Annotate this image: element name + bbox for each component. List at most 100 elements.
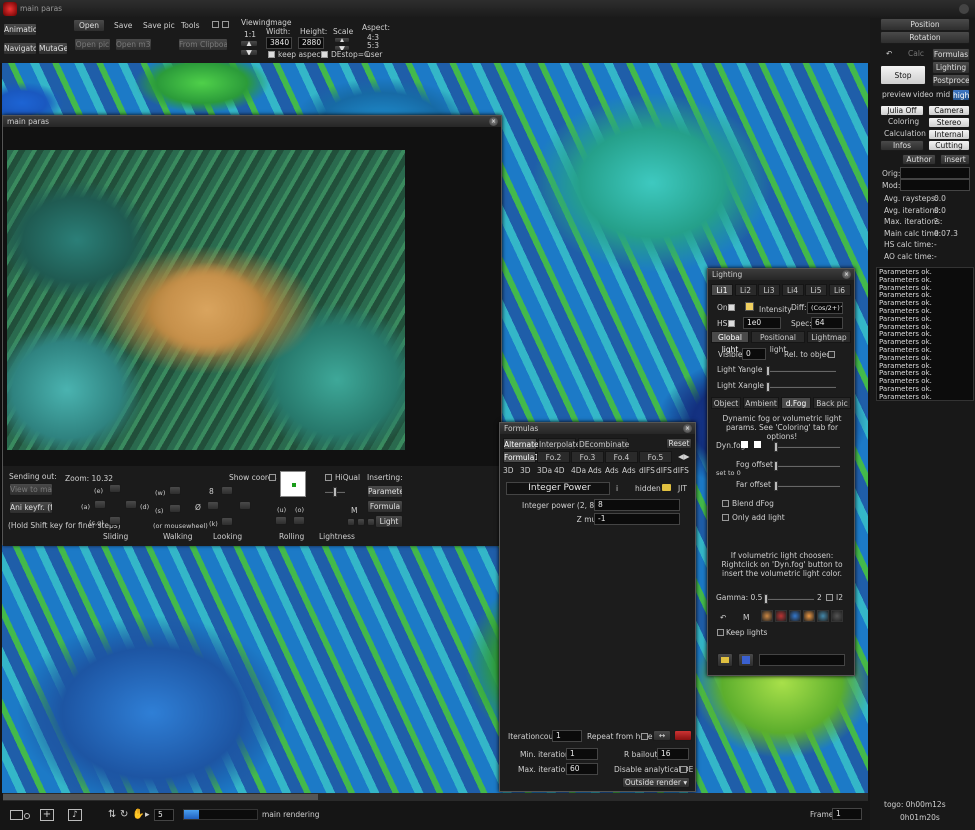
internal-button[interactable]: Internal — [928, 129, 970, 140]
light-color-swatch[interactable] — [745, 302, 754, 311]
music-icon[interactable]: ♪ — [68, 809, 82, 821]
preview-image[interactable] — [7, 150, 405, 450]
cutting-button[interactable]: Cutting — [928, 140, 970, 151]
walk-back-button[interactable] — [169, 504, 181, 513]
light-on-checkbox[interactable] — [728, 304, 735, 311]
high-quality-button[interactable]: high — [952, 89, 970, 101]
hs-input[interactable]: 1e0 — [743, 317, 781, 329]
look-left-icon[interactable]: Ø — [195, 503, 201, 513]
look-right-button[interactable] — [239, 501, 251, 510]
panel-toggle-icon[interactable] — [212, 21, 219, 28]
blend-dfog-checkbox[interactable] — [722, 500, 729, 507]
i2-checkbox[interactable] — [826, 594, 833, 601]
alternate-tab[interactable]: Alternate — [503, 438, 539, 450]
dimension-tab[interactable]: dIFS — [673, 466, 689, 476]
steps-input[interactable]: 5 — [154, 809, 174, 821]
formula-tab[interactable]: Fo.3 — [571, 451, 604, 463]
dimension-tab[interactable]: Ads — [622, 466, 636, 476]
light-mode-tab[interactable]: Back pic — [813, 397, 851, 409]
dimension-tab[interactable]: 4D — [554, 466, 565, 476]
formula-name-field[interactable]: Integer Power — [506, 482, 610, 495]
save-lights-button[interactable] — [738, 653, 754, 667]
min-iter-input[interactable]: 1 — [566, 748, 598, 760]
light-tab[interactable]: Li6 — [828, 284, 851, 296]
disable-de-checkbox[interactable] — [680, 766, 687, 773]
swap-formula-button[interactable]: ↔ — [653, 730, 671, 741]
ani-keyframe-button[interactable]: Ani keyfr. (f) — [9, 501, 53, 514]
viewing-down-button[interactable]: ▼ — [240, 49, 258, 56]
light-preset-select[interactable] — [759, 654, 845, 666]
roll-left-button[interactable] — [275, 516, 287, 525]
stereo-button[interactable]: Stereo — [928, 117, 970, 128]
stop-button[interactable]: Stop — [880, 65, 926, 85]
scale-up-button[interactable]: ▲ — [334, 37, 350, 43]
max-iter-input[interactable]: 60 — [566, 763, 598, 775]
camera-button[interactable]: Camera — [928, 105, 970, 116]
repeat-checkbox[interactable] — [641, 733, 648, 740]
light-preset-icon[interactable] — [831, 610, 843, 622]
folder-icon[interactable] — [662, 484, 671, 491]
light-tab[interactable]: Li2 — [734, 284, 757, 296]
outside-render-select[interactable]: Outside render ▾ — [622, 777, 690, 788]
far-offset-slider[interactable] — [774, 481, 840, 491]
iterationcount-input[interactable]: 1 — [552, 730, 582, 742]
speed-icon[interactable]: ▸ — [145, 810, 150, 820]
light-tab[interactable]: Li1 — [711, 284, 733, 296]
open-button[interactable]: Open — [73, 19, 105, 32]
dimension-tab[interactable]: Ads — [605, 466, 619, 476]
formulas-button[interactable]: Formulas — [932, 48, 970, 61]
delete-formula-button[interactable] — [674, 730, 692, 741]
walk-forward-button[interactable] — [169, 486, 181, 495]
main-paras-close-icon[interactable]: × — [489, 117, 498, 126]
infos-button[interactable]: Infos — [880, 140, 924, 151]
formula-tab[interactable]: Fo.2 — [537, 451, 570, 463]
light-tab[interactable]: Li4 — [781, 284, 804, 296]
slide-down-button[interactable] — [109, 516, 121, 525]
rotation-button[interactable]: Rotation — [880, 31, 970, 44]
keep-lights-checkbox[interactable] — [717, 629, 724, 636]
dimension-tab[interactable]: 3D — [503, 466, 514, 476]
visible-select[interactable]: 0 — [742, 348, 766, 360]
light-mode-tab[interactable]: Ambient — [743, 397, 779, 409]
save-pic-button[interactable]: Save pic — [143, 21, 175, 31]
light-undo-icon[interactable]: ↶ — [720, 613, 726, 623]
save-button[interactable]: Save — [114, 21, 132, 31]
look-up-button[interactable] — [221, 486, 233, 495]
dimension-tab[interactable]: 3D — [520, 466, 531, 476]
aspect-user[interactable]: user — [366, 50, 382, 60]
formula-info-icon[interactable]: i — [616, 484, 618, 494]
slide-up-button[interactable] — [109, 484, 121, 493]
small-button-2[interactable] — [357, 518, 365, 526]
scrollbar-thumb[interactable] — [3, 794, 318, 800]
frame-input[interactable]: 1 — [832, 808, 862, 820]
light-tab[interactable]: Li5 — [805, 284, 827, 296]
julia-off-button[interactable]: Julia Off — [880, 105, 924, 116]
light-preset-icon[interactable] — [789, 610, 801, 622]
light-mode-tab[interactable]: d.Fog — [781, 397, 811, 409]
position-button[interactable]: Position — [880, 18, 970, 31]
insert-formula-button[interactable]: Formula — [367, 500, 403, 513]
hiqual-checkbox[interactable] — [325, 474, 332, 481]
mutagen-button[interactable]: MutaGen — [38, 42, 68, 55]
coords-preview[interactable] — [280, 471, 306, 497]
calc-button[interactable]: Calc — [908, 49, 924, 59]
preview-quality[interactable]: preview — [882, 90, 912, 100]
formulas-close-icon[interactable]: × — [683, 424, 692, 433]
panel-toggle-icon-2[interactable] — [222, 21, 229, 28]
dimension-tab[interactable]: Ads — [588, 466, 602, 476]
param-input[interactable]: -1 — [594, 513, 680, 525]
light-xangle-slider[interactable] — [766, 382, 836, 392]
insert-parameter-button[interactable]: Parameter — [367, 485, 403, 498]
gamma-slider[interactable] — [764, 594, 814, 604]
r-bailout-input[interactable]: 16 — [657, 748, 689, 760]
light-sub-tab[interactable]: Lightmap — [807, 331, 851, 343]
lightness-slider[interactable] — [325, 487, 345, 497]
formula-prev-icon[interactable]: ◀▶ — [678, 452, 690, 462]
author-button[interactable]: Author — [902, 154, 936, 165]
open-m3p-button[interactable]: Open m3p — [115, 38, 152, 51]
look-up-icon[interactable]: 8 — [209, 487, 214, 497]
add-frame-icon[interactable]: + — [40, 809, 54, 821]
light-preset-icon[interactable] — [775, 610, 787, 622]
walk-mode-icon[interactable]: ⇅ — [108, 810, 116, 820]
light-sub-tab[interactable]: Global light — [711, 331, 749, 354]
